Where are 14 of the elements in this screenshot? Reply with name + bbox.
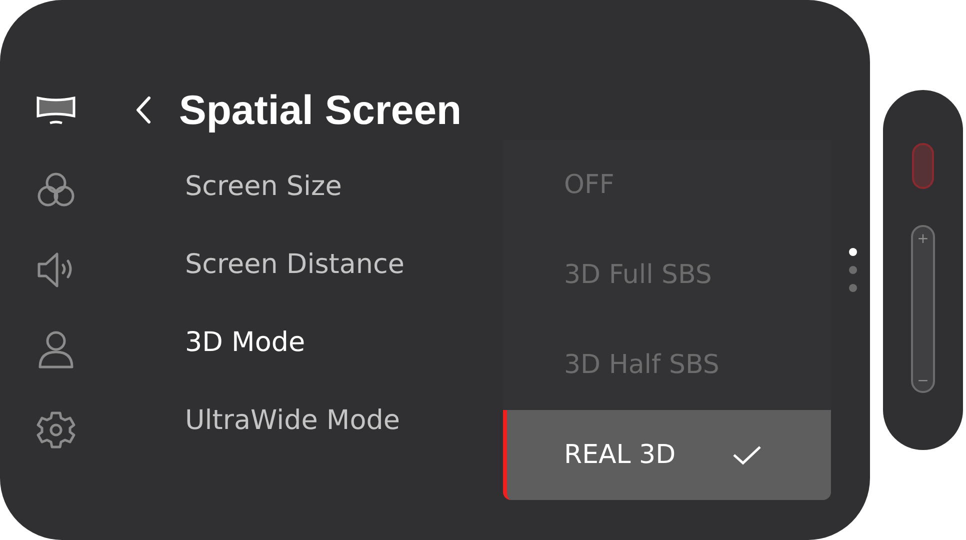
page-title: Spatial Screen: [179, 86, 462, 134]
back-icon[interactable]: [135, 96, 151, 124]
check-icon: [732, 444, 762, 466]
settings-icon[interactable]: [35, 410, 77, 450]
page-dot[interactable]: [849, 266, 857, 274]
page-dot[interactable]: [849, 284, 857, 292]
menu-item[interactable]: Screen Distance: [185, 246, 462, 283]
menu-item[interactable]: UltraWide Mode: [185, 402, 462, 439]
monitor-icon[interactable]: [35, 94, 77, 126]
circles-icon[interactable]: [35, 171, 77, 209]
menu-item[interactable]: Screen Size: [185, 168, 462, 205]
dropdown-option[interactable]: REAL 3D: [503, 410, 831, 500]
page-dot[interactable]: [849, 248, 857, 256]
menu-item[interactable]: 3D Mode: [185, 324, 462, 361]
